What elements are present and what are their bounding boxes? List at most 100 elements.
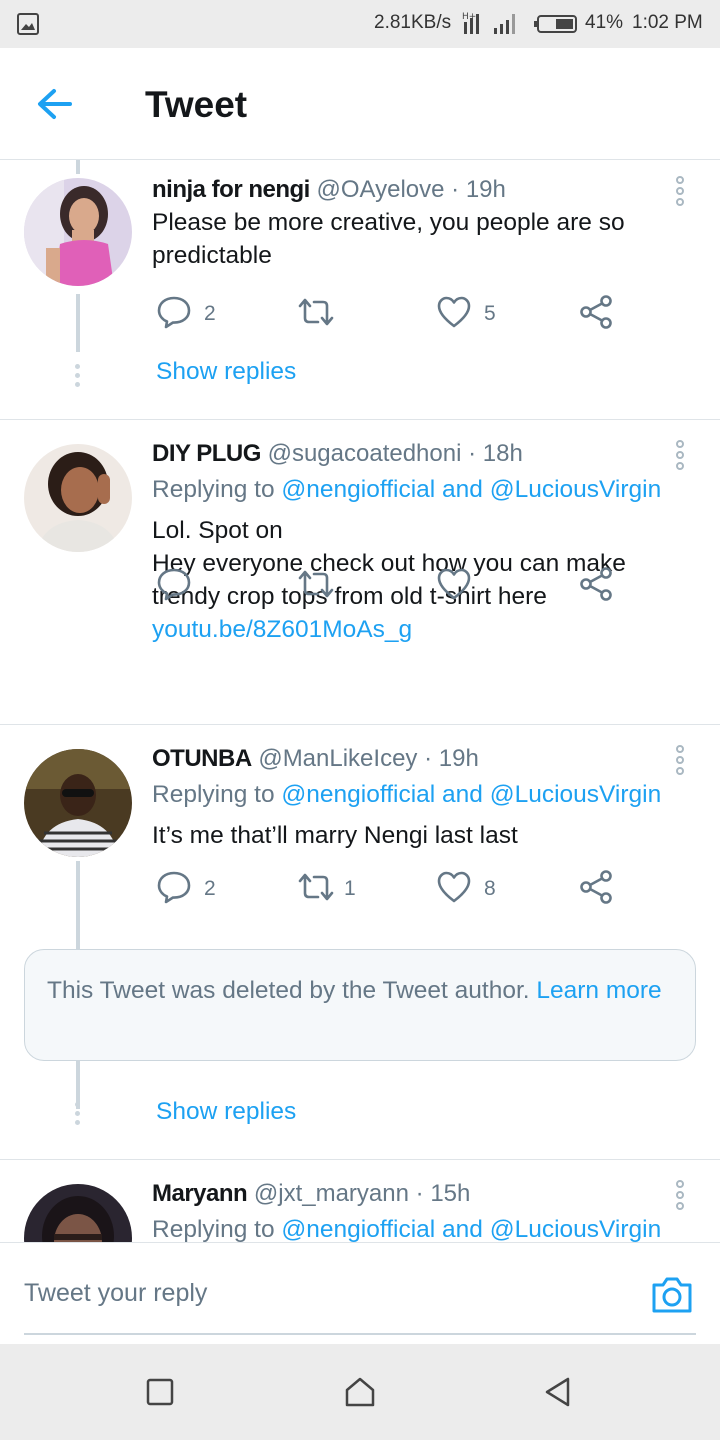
tweet-header: Maryann @jxt_maryann · 15h: [152, 1180, 470, 1208]
replying-to: Replying to @nengiofficial and @LuciousV…: [152, 476, 661, 504]
tweet-header: DIY PLUG @sugacoatedhoni · 18h: [152, 440, 523, 468]
share-button[interactable]: [578, 869, 618, 909]
image-icon: [17, 13, 39, 35]
reply-count: 2: [204, 302, 216, 325]
avatar[interactable]: [24, 444, 132, 552]
signal-icon: H+: [462, 12, 515, 34]
avatar[interactable]: [24, 749, 132, 857]
share-button[interactable]: [578, 294, 618, 334]
reply-button[interactable]: 2: [156, 294, 236, 334]
mention-link[interactable]: @nengiofficial: [281, 476, 435, 503]
youtube-link[interactable]: youtu.be/8Z601MoAs_g: [152, 616, 412, 643]
separator-dot: ·: [468, 440, 477, 467]
replying-to: Replying to @nengiofficial and @LuciousV…: [152, 781, 661, 809]
tweet-text: Please be more creative, you people are …: [152, 209, 625, 269]
svg-text:H+: H+: [462, 12, 476, 22]
arrow-left-icon: [38, 89, 72, 119]
display-name[interactable]: ninja for nengi: [152, 176, 310, 203]
share-icon: [580, 295, 612, 329]
battery-percent: 41%: [585, 12, 624, 33]
deleted-notice-text: This Tweet was deleted by the Tweet auth…: [47, 977, 537, 1004]
more-vertical-icon: [676, 745, 684, 775]
reply-feed: ninja for nengi @OAyelove · 19h Please b…: [0, 160, 720, 1242]
mention-link[interactable]: @nengiofficial: [281, 781, 435, 808]
display-name[interactable]: OTUNBA: [152, 745, 252, 772]
avatar[interactable]: [24, 178, 132, 286]
avatar[interactable]: [24, 1184, 132, 1242]
retweet-count: 1: [344, 877, 356, 900]
mention-link[interactable]: @LuciousVirgin: [490, 476, 662, 503]
like-button[interactable]: 8: [436, 869, 516, 909]
like-button[interactable]: 5: [436, 294, 516, 334]
home-icon: [345, 1377, 375, 1407]
show-replies-link[interactable]: Show replies: [156, 358, 296, 386]
separator-dot: ·: [415, 1180, 424, 1207]
retweet-button[interactable]: [296, 566, 336, 606]
heart-icon: [437, 871, 471, 903]
replying-to: Replying to @nengiofficial and @LuciousV…: [152, 1216, 661, 1242]
more-options-button[interactable]: [668, 1178, 692, 1212]
system-nav-bar: [0, 1344, 720, 1440]
tweet-header: ninja for nengi @OAyelove · 19h: [152, 176, 506, 204]
tweet-text-body: Hey everyone check out how you can make …: [152, 550, 626, 610]
retweet-button[interactable]: 1: [296, 869, 376, 909]
thread-line: [76, 1072, 80, 1096]
mention-link[interactable]: @LuciousVirgin: [490, 1216, 662, 1242]
app-bar: Tweet: [0, 48, 720, 160]
more-options-button[interactable]: [668, 438, 692, 472]
like-button[interactable]: [436, 566, 476, 606]
show-replies-link[interactable]: Show replies: [156, 1098, 296, 1126]
mention-link[interactable]: @LuciousVirgin: [490, 781, 662, 808]
camera-button[interactable]: [650, 1275, 694, 1315]
home-button[interactable]: [342, 1374, 378, 1410]
retweet-icon: [298, 570, 334, 598]
reply-icon: [157, 871, 191, 904]
tweet-header: OTUNBA @ManLikeIcey · 19h: [152, 745, 479, 773]
deleted-tweet-notice: This Tweet was deleted by the Tweet auth…: [24, 949, 696, 1061]
heart-icon: [437, 568, 471, 600]
thread-line: [76, 294, 80, 352]
recents-square-icon: [146, 1378, 174, 1406]
like-count: 8: [484, 877, 496, 900]
page-title: Tweet: [145, 84, 248, 125]
retweet-button[interactable]: [296, 294, 376, 334]
reply-count: 2: [204, 877, 216, 900]
user-handle[interactable]: @ManLikeIcey: [258, 745, 417, 772]
mention-link[interactable]: @nengiofficial: [281, 1216, 435, 1242]
replying-prefix: Replying to: [152, 1216, 282, 1242]
thread-line: [76, 160, 80, 174]
back-button[interactable]: [30, 82, 82, 126]
tweet-ninja[interactable]: ninja for nengi @OAyelove · 19h Please b…: [0, 160, 720, 420]
tweet-otunba[interactable]: OTUNBA @ManLikeIcey · 19h Replying to @n…: [0, 725, 720, 1159]
back-triangle-icon: [545, 1377, 570, 1407]
share-button[interactable]: [578, 566, 618, 606]
replying-and: and: [435, 1216, 490, 1242]
display-name[interactable]: DIY PLUG: [152, 440, 261, 467]
tweet-maryann[interactable]: Maryann @jxt_maryann · 15h Replying to @…: [0, 1160, 720, 1242]
separator-dot: ·: [451, 176, 460, 203]
network-speed: 2.81KB/s: [374, 12, 452, 33]
tweet-time: 19h: [465, 176, 506, 203]
learn-more-link[interactable]: Learn more: [536, 977, 661, 1004]
tweet-time: 19h: [438, 745, 479, 772]
reply-button[interactable]: [156, 566, 196, 606]
recents-button[interactable]: [142, 1374, 178, 1410]
display-name[interactable]: Maryann: [152, 1180, 248, 1207]
user-handle[interactable]: @OAyelove: [317, 176, 445, 203]
user-handle[interactable]: @sugacoatedhoni: [268, 440, 462, 467]
user-handle[interactable]: @jxt_maryann: [254, 1180, 409, 1207]
more-vertical-icon: [676, 1180, 684, 1210]
back-nav-button[interactable]: [540, 1374, 576, 1410]
battery-icon: [534, 15, 577, 33]
tweet-diyplug[interactable]: DIY PLUG @sugacoatedhoni · 18h Replying …: [0, 420, 720, 724]
more-options-button[interactable]: [668, 743, 692, 777]
share-icon: [580, 567, 612, 601]
more-options-button[interactable]: [668, 174, 692, 208]
replying-and: and: [435, 781, 490, 808]
retweet-icon: [298, 298, 334, 326]
separator-dot: ·: [424, 745, 433, 772]
reply-button[interactable]: 2: [156, 869, 236, 909]
status-bar: 2.81KB/s H+ 41% 1:02 PM: [0, 0, 720, 48]
reply-input[interactable]: Tweet your reply: [24, 1279, 207, 1308]
thread-dots: [75, 364, 81, 391]
